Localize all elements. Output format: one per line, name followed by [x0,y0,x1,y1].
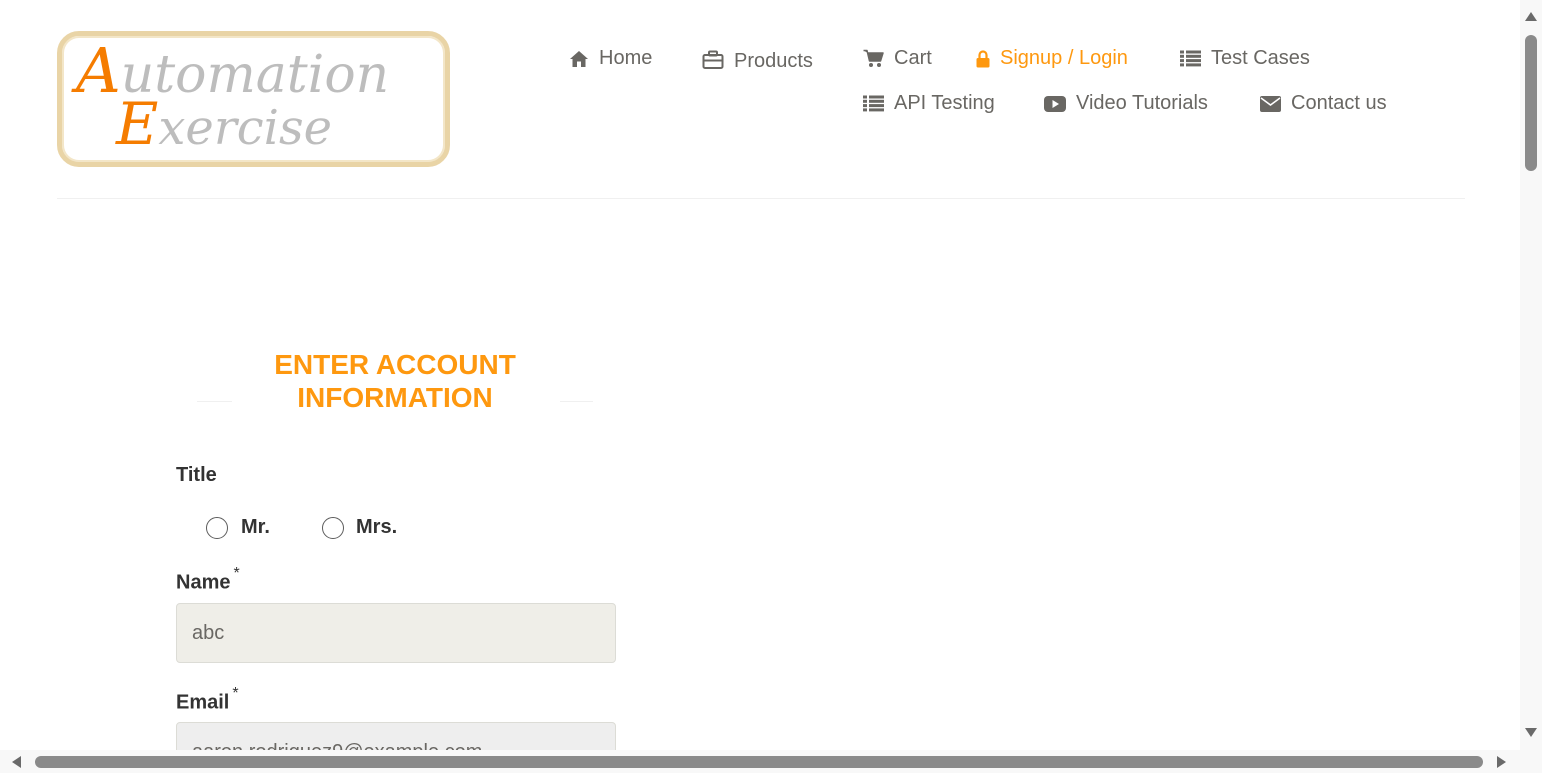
list-icon [863,95,884,112]
nav-video-tutorials[interactable]: Video Tutorials [1044,92,1208,115]
vertical-scroll-thumb[interactable] [1525,35,1537,171]
nav-products[interactable]: Products [702,48,813,72]
nav-api-testing-label: API Testing [894,92,995,114]
vertical-scrollbar[interactable] [1520,0,1542,750]
browser-viewport: Automation Exercise Home Products Cart S… [0,0,1520,750]
name-required-marker: * [233,565,240,582]
email-label: Email * [176,685,239,715]
nav-home[interactable]: Home [569,47,652,70]
envelope-icon [1260,95,1281,112]
nav-signup-login[interactable]: Signup / Login [976,47,1128,70]
radio-mr[interactable]: Mr. [206,516,270,539]
lock-icon [976,49,990,67]
email-field[interactable]: aaron.rodriguez9@example.com [176,722,616,750]
nav-cart[interactable]: Cart [863,47,932,70]
heading-rule-right [560,401,593,402]
radio-mrs-circle[interactable] [322,516,344,539]
nav-signup-login-label: Signup / Login [1000,47,1128,69]
radio-mr-circle[interactable] [206,516,228,539]
scroll-right-arrow-icon[interactable] [1497,756,1506,768]
home-icon [570,50,588,67]
name-label: Name * [176,565,240,595]
scroll-left-arrow-icon[interactable] [12,756,21,768]
radio-mr-label: Mr. [241,516,270,538]
scroll-up-arrow-icon[interactable] [1525,12,1537,21]
nav-cart-label: Cart [894,47,932,69]
name-field[interactable]: abc [176,603,616,663]
horizontal-scrollbar[interactable] [0,750,1520,773]
main-nav: Home Products Cart Signup / Login Test C… [0,0,1520,200]
name-label-text: Name [176,571,231,594]
briefcase-icon [702,50,724,69]
nav-contact-us[interactable]: Contact us [1260,92,1387,115]
email-required-marker: * [232,685,239,702]
nav-api-testing[interactable]: API Testing [863,92,995,115]
email-label-text: Email [176,691,230,714]
nav-products-label: Products [734,50,813,72]
cart-icon [863,49,884,67]
title-label: Title [176,464,217,486]
email-field-value: aaron.rodriguez9@example.com [192,741,482,751]
scroll-down-arrow-icon[interactable] [1525,728,1537,737]
nav-test-cases-label: Test Cases [1211,47,1310,69]
header-divider [57,198,1465,199]
radio-mrs-label: Mrs. [356,516,398,538]
form-heading: Enter Account Information [274,349,516,413]
youtube-play-icon [1044,95,1066,112]
radio-mrs[interactable]: Mrs. [322,516,397,539]
scrollbar-corner [1520,750,1542,773]
nav-test-cases[interactable]: Test Cases [1180,47,1310,70]
nav-video-tutorials-label: Video Tutorials [1076,92,1208,114]
list-icon [1180,50,1201,67]
name-field-value: abc [192,621,225,644]
nav-home-label: Home [599,47,653,69]
horizontal-scroll-thumb[interactable] [35,756,1483,768]
nav-contact-us-label: Contact us [1291,92,1387,114]
heading-rule-left [197,401,232,402]
